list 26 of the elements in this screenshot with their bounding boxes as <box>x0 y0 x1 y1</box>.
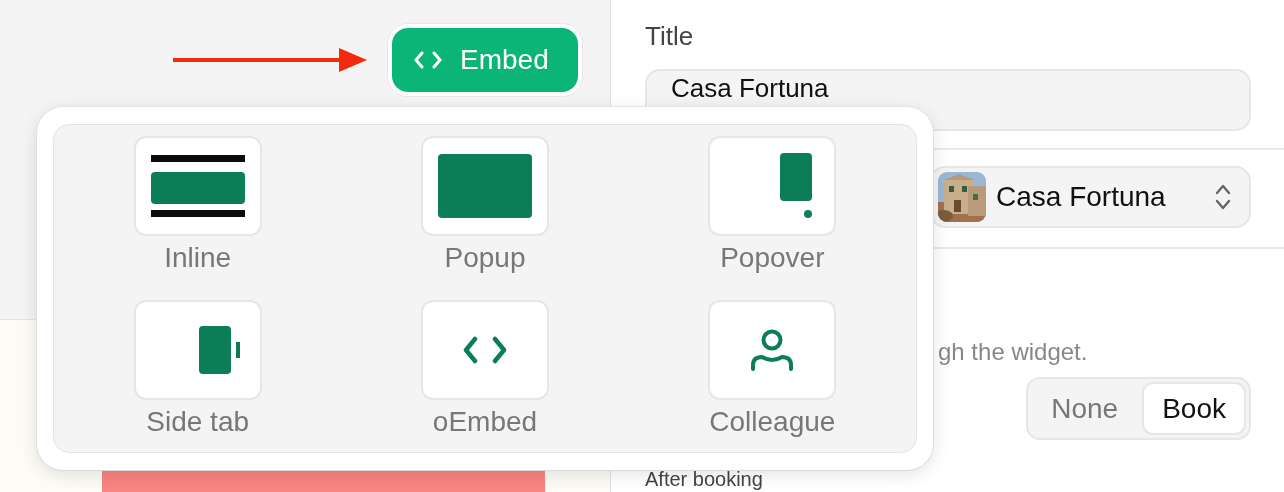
embed-option-label: Side tab <box>146 405 250 439</box>
up-down-chevron-icon <box>1215 183 1231 211</box>
arrow-icon <box>173 47 367 73</box>
code-icon <box>414 51 442 69</box>
field-label: Title <box>645 20 695 53</box>
embed-option-tile[interactable] <box>421 300 549 400</box>
embed-option-tile[interactable] <box>133 300 262 400</box>
embed-option-label: Colleague <box>709 405 836 439</box>
embed-option-tile[interactable] <box>421 136 549 236</box>
embed-option-tile[interactable] <box>708 300 837 400</box>
embed-option-label: Inline <box>164 241 232 275</box>
embed-option-label: Popover <box>720 241 825 275</box>
embed-option-tile[interactable] <box>133 136 262 236</box>
embed-option-label: Popup <box>444 241 526 275</box>
embed-option-label: oEmbed <box>432 405 538 439</box>
person-icon <box>750 329 795 371</box>
popover-layout-icon <box>780 153 815 219</box>
help-text: gh the widget. <box>938 337 1089 367</box>
side-tab-layout-icon <box>198 326 241 374</box>
segment-option[interactable]: Book <box>1142 382 1246 435</box>
popup-layout-icon <box>438 154 532 218</box>
segment-option[interactable]: None <box>1031 382 1139 435</box>
inline-layout-icon <box>150 155 245 217</box>
code-icon <box>463 336 507 364</box>
embed-option-tile[interactable] <box>708 136 837 236</box>
section-label: After booking <box>645 469 764 490</box>
